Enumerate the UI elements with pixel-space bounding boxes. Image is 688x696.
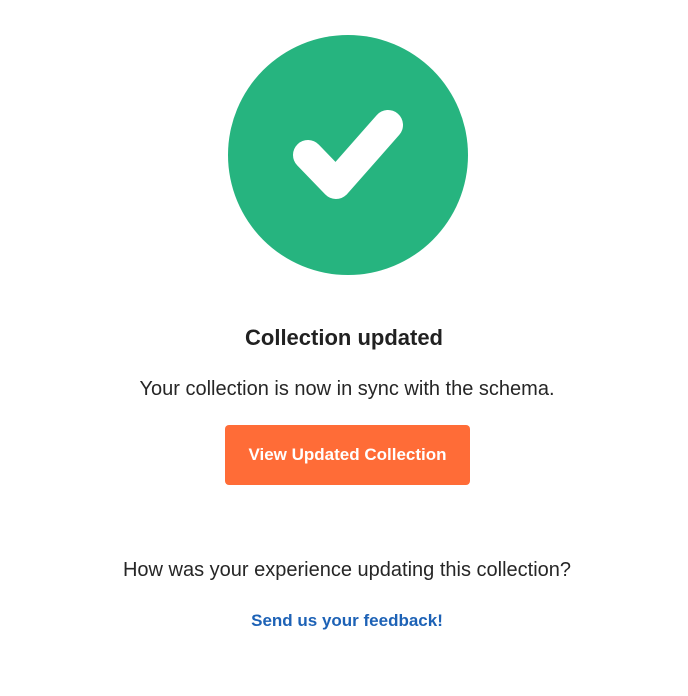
checkmark-icon (293, 110, 403, 199)
page-title: Collection updated (245, 325, 443, 350)
view-updated-collection-button[interactable]: View Updated Collection (225, 425, 470, 485)
feedback-link-container: Send us your feedback! (0, 609, 688, 633)
success-badge (228, 35, 468, 275)
success-page: Collection updated Your collection is no… (0, 0, 688, 696)
feedback-question: How was your experience updating this co… (122, 559, 572, 581)
status-message: Your collection is now in sync with the … (139, 378, 555, 400)
send-feedback-link[interactable]: Send us your feedback! (251, 611, 443, 630)
